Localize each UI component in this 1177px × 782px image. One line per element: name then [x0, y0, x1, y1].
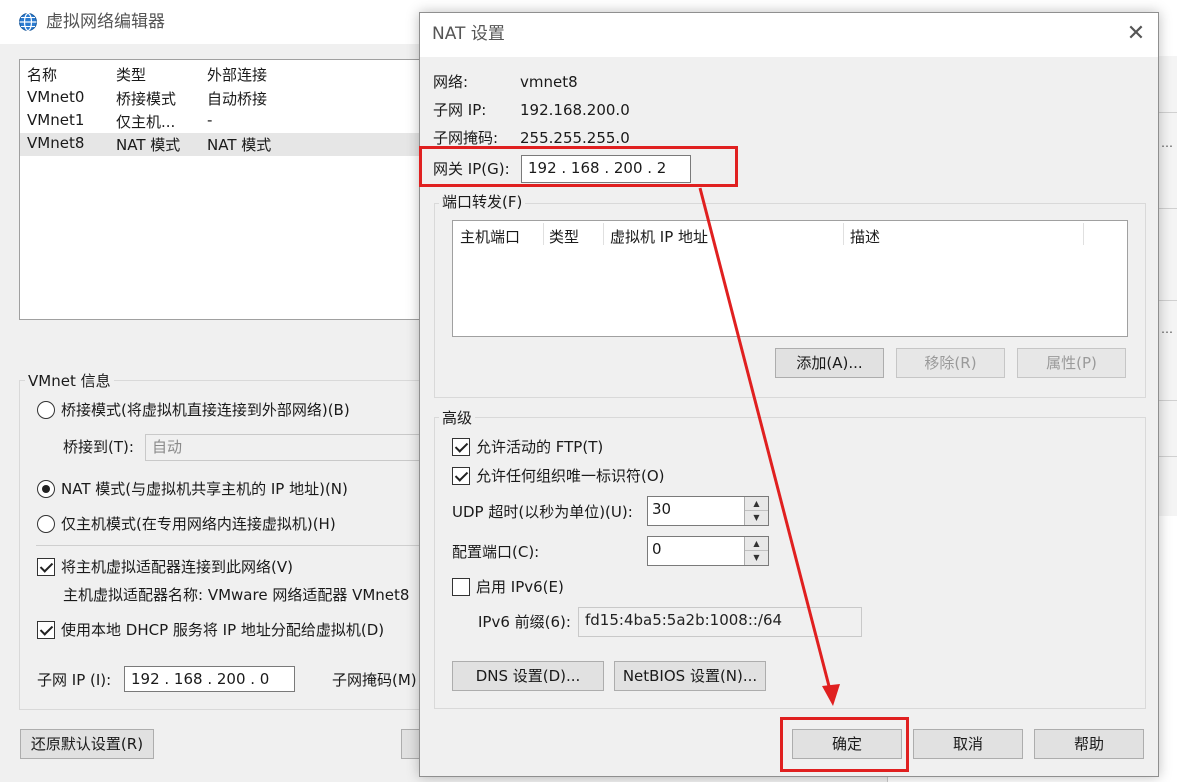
column-divider[interactable]	[1083, 223, 1084, 245]
netbios-settings-button[interactable]: NetBIOS 设置(N)...	[614, 661, 766, 691]
advanced-title: 高级	[439, 408, 476, 428]
config-port-value[interactable]: 0	[652, 540, 662, 558]
column-header-vm-ip[interactable]: 虚拟机 IP 地址	[610, 226, 708, 247]
dhcp-label[interactable]: 使用本地 DHCP 服务将 IP 地址分配给虚拟机(D)	[61, 620, 384, 640]
network-row-external: NAT 模式	[207, 136, 272, 154]
config-port-stepper[interactable]: 0 ▲ ▼	[647, 536, 769, 566]
stepper-arrows: ▲ ▼	[744, 537, 768, 565]
network-row-name: VMnet1	[27, 111, 85, 129]
column-header-description[interactable]: 描述	[850, 226, 880, 247]
nat-title: NAT 设置	[432, 24, 505, 44]
increment-arrow-icon[interactable]: ▲	[745, 497, 768, 511]
subnet-mask-label: 子网掩码(M)	[332, 671, 417, 689]
decrement-arrow-icon[interactable]: ▼	[745, 511, 768, 525]
restore-defaults-button[interactable]: 还原默认设置(R)	[20, 729, 154, 759]
port-forwarding-title: 端口转发(F)	[439, 192, 526, 212]
network-row-vmnet1[interactable]: VMnet1 仅主机... -	[20, 110, 428, 133]
subnet-ip-value: 192.168.200.0	[520, 101, 630, 119]
cancel-button[interactable]: 取消	[913, 729, 1023, 759]
help-button[interactable]: 帮助	[1034, 729, 1144, 759]
info-divider	[36, 545, 426, 546]
connect-adapter-checkbox[interactable]	[37, 558, 55, 576]
nat-settings-dialog: NAT 设置 ✕ 网络: vmnet8 子网 IP: 192.168.200.0…	[419, 12, 1159, 777]
vmnet-info-title: VMnet 信息	[25, 371, 114, 391]
editor-title: 虚拟网络编辑器	[46, 12, 165, 32]
connect-adapter-label[interactable]: 将主机虚拟适配器连接到此网络(V)	[61, 557, 293, 577]
stepper-arrows: ▲ ▼	[744, 497, 768, 525]
close-icon[interactable]: ✕	[1124, 21, 1148, 47]
nat-mode-label[interactable]: NAT 模式(与虚拟机共享主机的 IP 地址)(N)	[61, 479, 348, 499]
column-divider[interactable]	[843, 223, 844, 245]
oui-checkbox[interactable]	[452, 467, 470, 485]
ipv6-label[interactable]: 启用 IPv6(E)	[476, 577, 564, 597]
column-header-type[interactable]: 类型	[549, 226, 579, 247]
nat-mode-radio[interactable]	[37, 480, 55, 498]
ipv6-prefix-label: IPv6 前缀(6):	[478, 613, 571, 631]
increment-arrow-icon[interactable]: ▲	[745, 537, 768, 551]
udp-timeout-label: UDP 超时(以秒为单位)(U):	[452, 503, 633, 521]
adapter-name-text: 主机虚拟适配器名称: VMware 网络适配器 VMnet8	[63, 586, 410, 604]
port-forwarding-list[interactable]: 主机端口 类型 虚拟机 IP 地址 描述	[452, 220, 1128, 337]
column-header-external[interactable]: 外部连接	[207, 64, 267, 85]
panel-divider	[1159, 456, 1177, 457]
dns-settings-button[interactable]: DNS 设置(D)...	[452, 661, 604, 691]
column-header-type[interactable]: 类型	[116, 64, 146, 85]
network-row-type: 仅主机...	[116, 113, 176, 131]
subnet-mask-label: 子网掩码:	[433, 129, 499, 147]
column-divider[interactable]	[603, 223, 604, 245]
globe-icon	[19, 12, 37, 32]
host-only-radio[interactable]	[37, 515, 55, 533]
config-port-label: 配置端口(C):	[452, 543, 540, 561]
network-label: 网络:	[433, 73, 469, 91]
network-row-type: NAT 模式	[116, 136, 181, 154]
network-row-name: VMnet0	[27, 88, 85, 106]
hidden-editor-button[interactable]	[401, 729, 421, 759]
bridge-to-select[interactable]: 自动	[145, 434, 425, 461]
decrement-arrow-icon[interactable]: ▼	[745, 551, 768, 565]
ipv6-checkbox[interactable]	[452, 578, 470, 596]
ok-highlight-box	[780, 717, 909, 772]
more-icon[interactable]: …	[1161, 136, 1173, 150]
ftp-label[interactable]: 允许活动的 FTP(T)	[476, 437, 603, 457]
column-header-name[interactable]: 名称	[27, 64, 57, 85]
network-row-vmnet8[interactable]: VMnet8 NAT 模式 NAT 模式	[20, 133, 428, 156]
udp-timeout-value[interactable]: 30	[652, 500, 671, 518]
panel-divider	[1159, 300, 1177, 301]
udp-timeout-stepper[interactable]: 30 ▲ ▼	[647, 496, 769, 526]
dhcp-checkbox[interactable]	[37, 621, 55, 639]
bridged-mode-label[interactable]: 桥接模式(将虚拟机直接连接到外部网络)(B)	[61, 400, 350, 420]
subnet-mask-value: 255.255.255.0	[520, 129, 630, 147]
nat-titlebar: NAT 设置 ✕	[420, 13, 1158, 57]
port-properties-button[interactable]: 属性(P)	[1017, 348, 1126, 378]
panel-divider	[1159, 208, 1177, 209]
remove-port-button[interactable]: 移除(R)	[896, 348, 1005, 378]
panel-divider	[1159, 112, 1177, 113]
bridged-mode-radio[interactable]	[37, 401, 55, 419]
ftp-checkbox[interactable]	[452, 438, 470, 456]
background-side-panel: … …	[1158, 56, 1177, 516]
add-port-button[interactable]: 添加(A)...	[775, 348, 884, 378]
subnet-ip-label: 子网 IP:	[433, 101, 487, 119]
network-list[interactable]: 名称 类型 外部连接 VMnet0 桥接模式 自动桥接 VMnet1 仅主机..…	[19, 59, 429, 320]
network-row-name: VMnet8	[27, 134, 85, 152]
network-row-vmnet0[interactable]: VMnet0 桥接模式 自动桥接	[20, 87, 428, 110]
column-header-host-port[interactable]: 主机端口	[460, 226, 520, 247]
column-divider[interactable]	[543, 223, 544, 245]
network-row-type: 桥接模式	[116, 90, 177, 108]
network-row-external: 自动桥接	[207, 90, 268, 108]
network-list-header: 名称 类型 外部连接	[20, 63, 428, 86]
panel-divider	[1159, 400, 1177, 401]
oui-label[interactable]: 允许任何组织唯一标识符(O)	[476, 466, 665, 486]
gateway-highlight-box	[419, 146, 738, 187]
network-row-external: -	[207, 111, 213, 129]
network-value: vmnet8	[520, 73, 578, 91]
subnet-ip-label: 子网 IP (I):	[37, 671, 112, 689]
ipv6-prefix-input[interactable]: fd15:4ba5:5a2b:1008::/64	[578, 607, 862, 637]
bridge-to-label: 桥接到(T):	[63, 438, 134, 456]
host-only-label[interactable]: 仅主机模式(在专用网络内连接虚拟机)(H)	[61, 514, 336, 534]
more-icon[interactable]: …	[1161, 322, 1173, 336]
subnet-ip-input[interactable]: 192 . 168 . 200 . 0	[124, 666, 295, 692]
